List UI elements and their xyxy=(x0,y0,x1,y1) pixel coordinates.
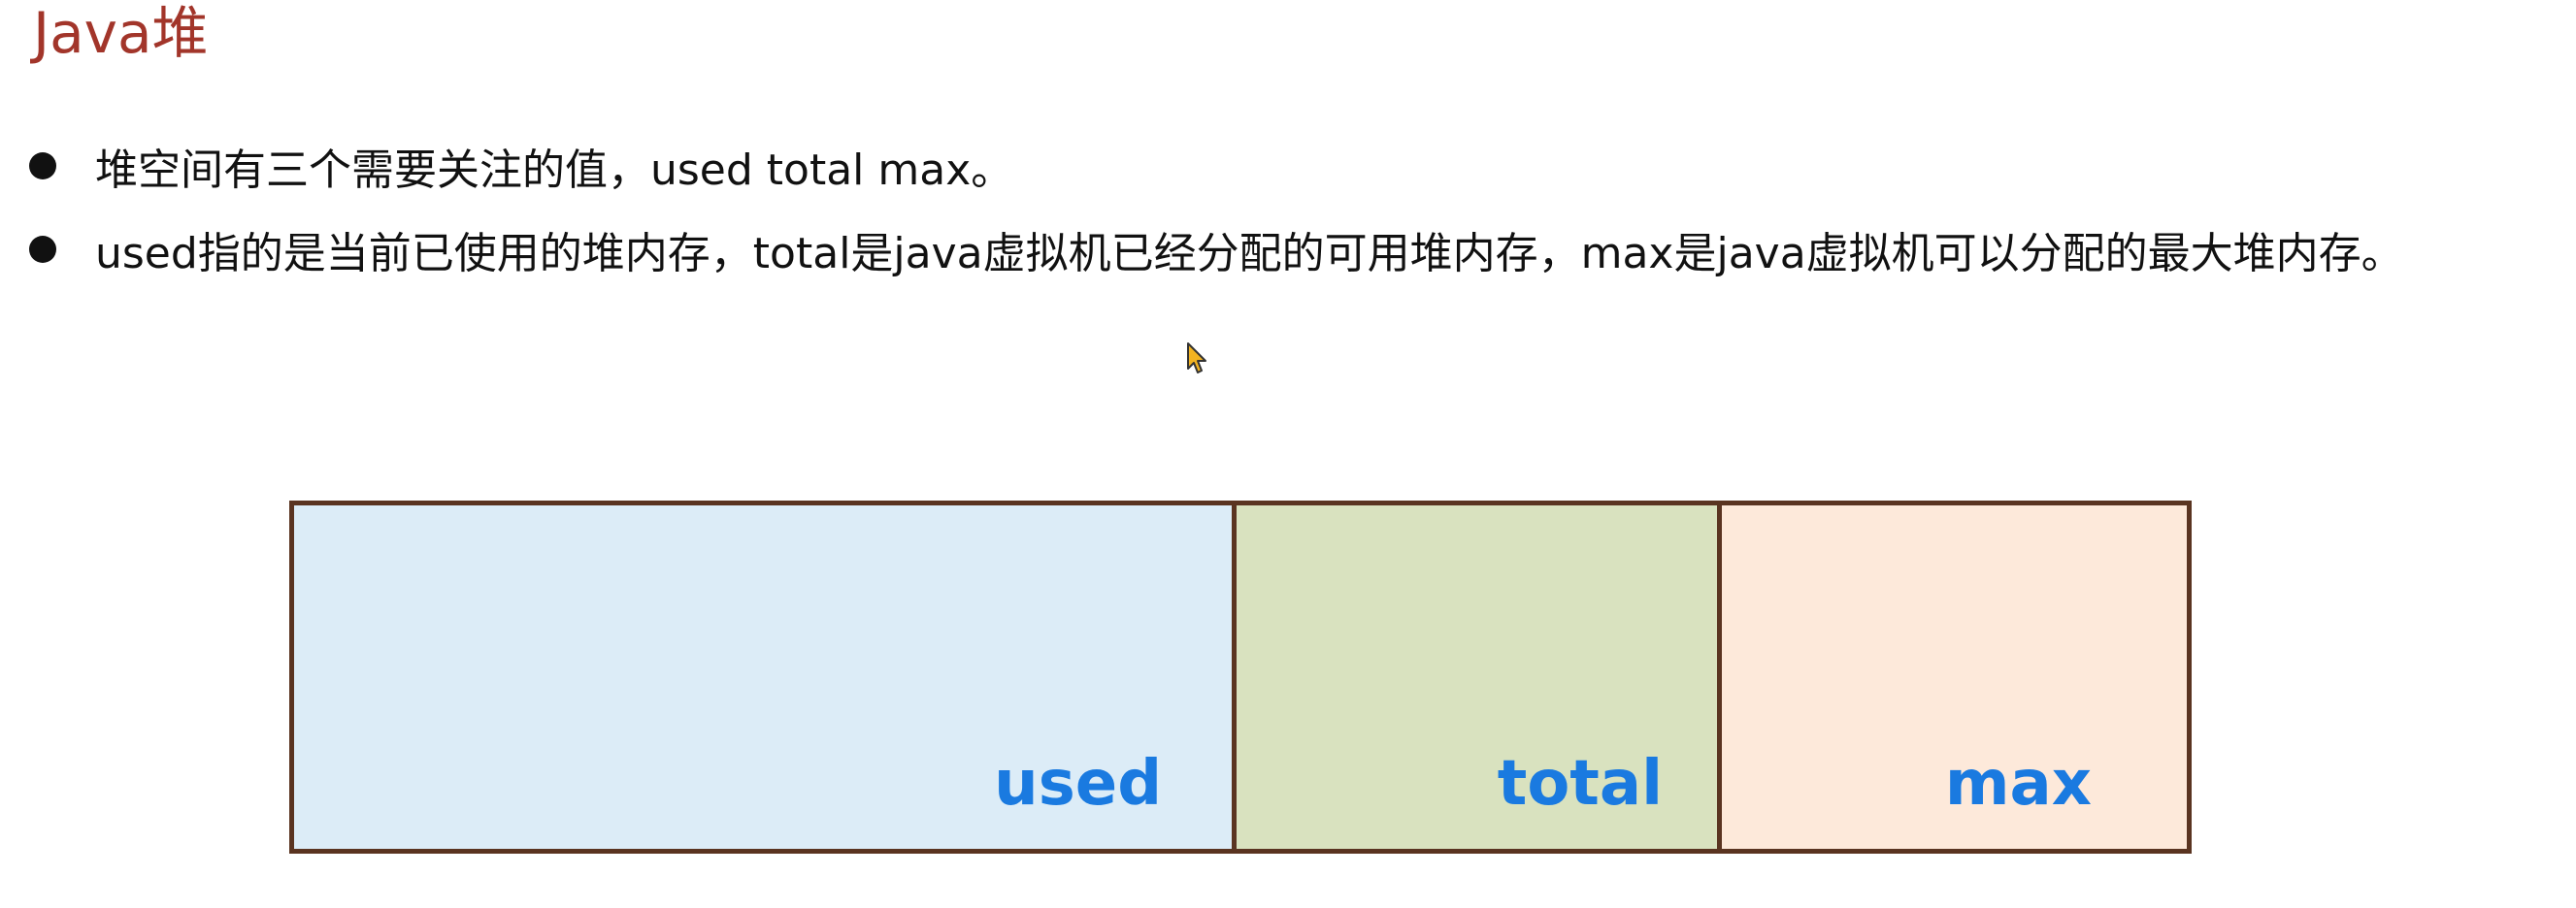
bullet-text-1: 堆空间有三个需要关注的值，used total max。 xyxy=(95,146,1014,195)
bullet-item-2: used指的是当前已使用的堆内存，total是java虚拟机已经分配的可用堆内存… xyxy=(29,208,2404,291)
max-segment: max xyxy=(1717,505,2187,849)
page-title: Java堆 xyxy=(33,0,209,66)
heap-memory-bar: used total max xyxy=(289,501,2192,854)
total-label: total xyxy=(1497,748,1663,820)
max-label: max xyxy=(1944,748,2092,820)
bullet-list: 堆空间有三个需要关注的值，used total max。 used指的是当前已使… xyxy=(29,124,2404,291)
bullet-dot-icon xyxy=(29,236,56,263)
total-segment: total xyxy=(1232,505,1717,849)
bullet-dot-icon xyxy=(29,152,56,179)
used-label: used xyxy=(994,748,1162,820)
used-segment: used xyxy=(294,505,1232,849)
mouse-pointer-icon xyxy=(1187,342,1206,373)
bullet-text-2: used指的是当前已使用的堆内存，total是java虚拟机已经分配的可用堆内存… xyxy=(95,229,2404,278)
bullet-item-1: 堆空间有三个需要关注的值，used total max。 xyxy=(29,124,2404,208)
